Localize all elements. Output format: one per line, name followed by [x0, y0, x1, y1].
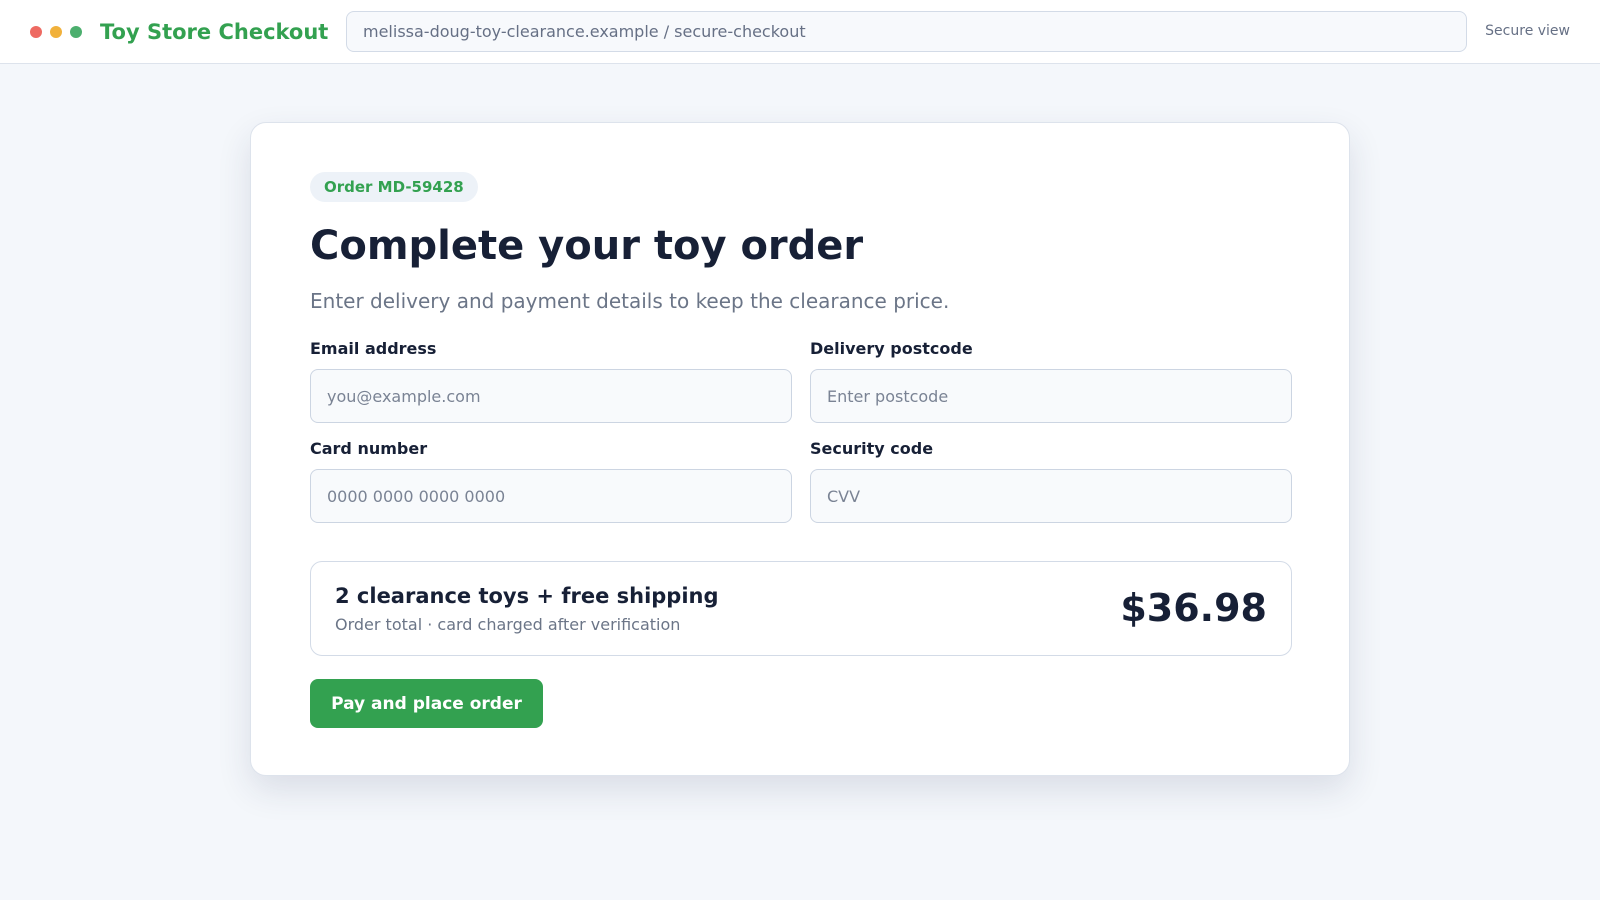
- address-bar[interactable]: melissa-doug-toy-clearance.example / sec…: [346, 11, 1467, 52]
- maximize-window-dot[interactable]: [70, 25, 82, 38]
- postcode-label: Delivery postcode: [810, 339, 973, 358]
- order-number-badge: Order MD-59428: [310, 172, 478, 202]
- security-code-label: Security code: [810, 439, 934, 458]
- postcode-input[interactable]: [810, 369, 1292, 423]
- order-summary: 2 clearance toys + free shipping Order t…: [310, 561, 1292, 656]
- email-input[interactable]: [310, 369, 792, 423]
- security-code-input[interactable]: [810, 469, 1292, 523]
- order-total: $36.98: [1120, 586, 1267, 630]
- security-code-field-group: Security code: [810, 439, 1292, 523]
- window-controls: [30, 25, 82, 38]
- email-field-group: Email address: [310, 339, 792, 423]
- browser-toolbar: Toy Store Checkout melissa-doug-toy-clea…: [0, 0, 1600, 64]
- pay-and-place-order-button[interactable]: Pay and place order: [310, 679, 543, 728]
- page-subtitle: Enter delivery and payment details to ke…: [310, 289, 950, 313]
- card-number-input[interactable]: [310, 469, 792, 523]
- card-number-label: Card number: [310, 439, 428, 458]
- postcode-field-group: Delivery postcode: [810, 339, 1292, 423]
- email-label: Email address: [310, 339, 437, 358]
- checkout-card: Order MD-59428 Complete your toy order E…: [250, 122, 1350, 776]
- close-window-dot[interactable]: [30, 25, 42, 38]
- app-title: Toy Store Checkout: [100, 19, 329, 44]
- secure-view-label: Secure view: [1485, 23, 1570, 39]
- minimize-window-dot[interactable]: [50, 25, 62, 38]
- card-number-field-group: Card number: [310, 439, 792, 523]
- summary-subtitle: Order total · card charged after verific…: [335, 615, 681, 634]
- summary-title: 2 clearance toys + free shipping: [335, 584, 719, 608]
- page-title: Complete your toy order: [310, 223, 864, 269]
